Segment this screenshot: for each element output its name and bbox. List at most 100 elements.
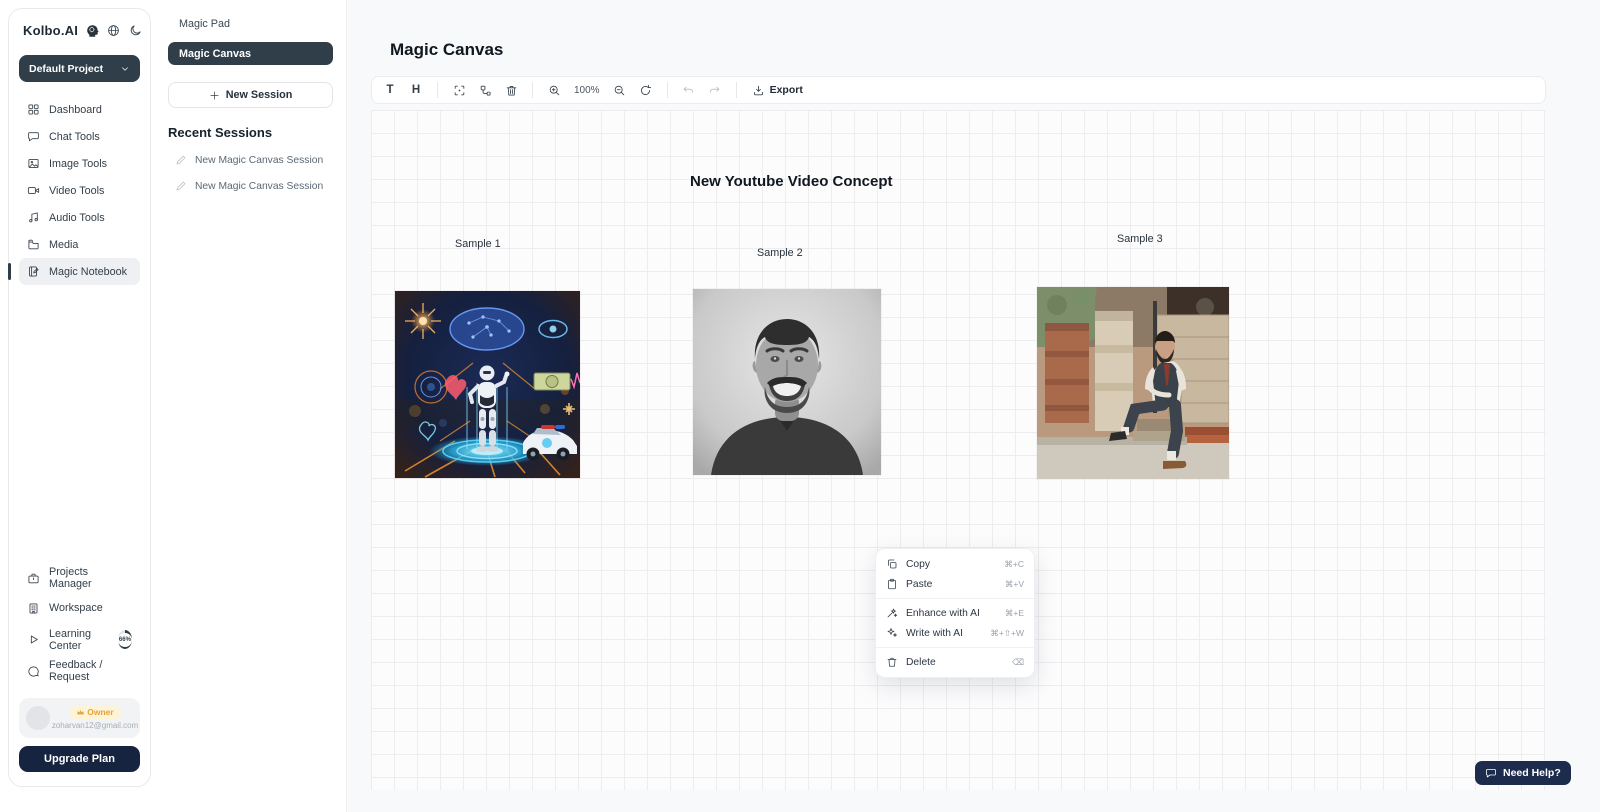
export-button[interactable]: Export bbox=[746, 84, 809, 97]
sidebar-item-workspace[interactable]: Workspace bbox=[19, 593, 140, 623]
sidebar-item-learning-center[interactable]: Learning Center 66% bbox=[19, 623, 140, 656]
sidebar-item-label: Audio Tools bbox=[49, 212, 105, 224]
sidebar-item-video-tools[interactable]: Video Tools bbox=[19, 177, 140, 204]
undo-icon bbox=[682, 84, 695, 97]
context-menu-divider bbox=[876, 598, 1034, 599]
toolbar-divider bbox=[437, 82, 438, 98]
sidebar-item-label: Chat Tools bbox=[49, 131, 100, 143]
trash-icon bbox=[886, 656, 898, 668]
toolbar-divider bbox=[532, 82, 533, 98]
sample-image-1[interactable] bbox=[395, 291, 580, 478]
copy-icon bbox=[886, 558, 898, 570]
sparkles-icon bbox=[886, 627, 898, 639]
sidebar-item-chat-tools[interactable]: Chat Tools bbox=[19, 123, 140, 150]
magic-wand-icon bbox=[886, 607, 898, 619]
sample-image-3[interactable] bbox=[1037, 287, 1229, 479]
language-globe-icon[interactable] bbox=[107, 24, 120, 37]
context-menu-item-write-with-ai[interactable]: Write with AI ⌘+⇧+W bbox=[876, 623, 1034, 643]
image-icon bbox=[27, 157, 40, 170]
select-area-button[interactable] bbox=[447, 79, 471, 101]
undo-button[interactable] bbox=[677, 79, 701, 101]
upgrade-plan-label: Upgrade Plan bbox=[44, 753, 115, 765]
sample-3-label[interactable]: Sample 3 bbox=[1117, 233, 1163, 245]
avatar bbox=[26, 706, 50, 730]
context-menu-item-paste[interactable]: Paste ⌘+V bbox=[876, 574, 1034, 594]
sidebar-item-projects-manager[interactable]: Projects Manager bbox=[19, 563, 140, 593]
sidebar-item-feedback-request[interactable]: Feedback / Request bbox=[19, 656, 140, 686]
zoom-out-button[interactable] bbox=[608, 79, 632, 101]
plus-icon bbox=[209, 90, 220, 101]
context-menu-item-copy[interactable]: Copy ⌘+C bbox=[876, 554, 1034, 574]
select-area-icon bbox=[453, 84, 466, 97]
session-list-item[interactable]: New Magic Canvas Session bbox=[168, 180, 333, 192]
context-menu-label: Paste bbox=[906, 579, 932, 590]
session-item-label: New Magic Canvas Session bbox=[195, 155, 323, 166]
music-note-icon bbox=[27, 211, 40, 224]
shortcut-hint: ⌘+E bbox=[1005, 608, 1024, 619]
project-selector[interactable]: Default Project bbox=[19, 55, 140, 82]
redo-button[interactable] bbox=[703, 79, 727, 101]
shortcut-hint: ⌘+⇧+W bbox=[990, 628, 1024, 639]
briefcase-icon bbox=[27, 572, 40, 585]
sidebar-item-label: Video Tools bbox=[49, 185, 104, 197]
sidebar-item-dashboard[interactable]: Dashboard bbox=[19, 96, 140, 123]
context-menu-item-delete[interactable]: Delete ⌫ bbox=[876, 652, 1034, 672]
sidebar-item-image-tools[interactable]: Image Tools bbox=[19, 150, 140, 177]
sample-2-label[interactable]: Sample 2 bbox=[757, 247, 803, 259]
sidebar-item-label: Learning Center bbox=[49, 628, 107, 652]
dark-mode-moon-icon[interactable] bbox=[129, 24, 142, 37]
delete-tool-button[interactable] bbox=[499, 79, 523, 101]
panel-item-magic-pad[interactable]: Magic Pad bbox=[168, 14, 333, 42]
dashboard-icon bbox=[27, 103, 40, 116]
new-session-label: New Session bbox=[226, 89, 293, 101]
sidebar-item-audio-tools[interactable]: Audio Tools bbox=[19, 204, 140, 231]
context-menu-item-enhance-with-ai[interactable]: Enhance with AI ⌘+E bbox=[876, 603, 1034, 623]
context-menu-divider bbox=[876, 647, 1034, 648]
context-menu-label: Delete bbox=[906, 657, 936, 668]
new-session-button[interactable]: New Session bbox=[168, 82, 333, 108]
crown-icon bbox=[76, 708, 85, 717]
sidebar-item-label: Media bbox=[49, 239, 78, 251]
connector-tool-button[interactable] bbox=[473, 79, 497, 101]
reset-view-button[interactable] bbox=[634, 79, 658, 101]
sidebar-item-media[interactable]: Media bbox=[19, 231, 140, 258]
zoom-out-icon bbox=[613, 84, 626, 97]
sidebar-item-label: Image Tools bbox=[49, 158, 107, 170]
project-selector-label: Default Project bbox=[29, 63, 103, 75]
sidebar-item-magic-notebook[interactable]: Magic Notebook bbox=[19, 258, 140, 285]
zoom-in-button[interactable] bbox=[542, 79, 566, 101]
pencil-icon bbox=[175, 154, 187, 166]
sample-1-label[interactable]: Sample 1 bbox=[455, 238, 501, 250]
sidebar-bottom-nav: Projects Manager Workspace Learning Cent… bbox=[19, 563, 140, 686]
video-camera-icon bbox=[27, 184, 40, 197]
session-list-item[interactable]: New Magic Canvas Session bbox=[168, 154, 333, 166]
text-tool-glyph: T bbox=[386, 84, 393, 96]
notebook-pen-icon bbox=[27, 265, 40, 278]
upgrade-plan-button[interactable]: Upgrade Plan bbox=[19, 746, 140, 772]
shortcut-hint: ⌘+C bbox=[1004, 559, 1024, 570]
download-icon bbox=[752, 84, 765, 97]
heading-tool-button[interactable]: H bbox=[404, 79, 428, 101]
canvas-toolbar: T H 100% Export bbox=[371, 76, 1546, 104]
rotate-reset-icon bbox=[639, 84, 652, 97]
user-profile-card[interactable]: Owner zoharvan12@gmail.com bbox=[19, 698, 140, 738]
panel-item-magic-canvas[interactable]: Magic Canvas bbox=[168, 42, 333, 65]
paste-icon bbox=[886, 578, 898, 590]
sidebar: Kolbo.AI bbox=[8, 8, 151, 787]
toolbar-divider bbox=[736, 82, 737, 98]
text-tool-button[interactable]: T bbox=[378, 79, 402, 101]
need-help-button[interactable]: Need Help? bbox=[1475, 761, 1571, 785]
sidebar-item-label: Projects Manager bbox=[49, 566, 132, 590]
play-icon bbox=[27, 633, 40, 646]
sidebar-item-label: Dashboard bbox=[49, 104, 102, 116]
need-help-label: Need Help? bbox=[1503, 767, 1561, 779]
canvas-heading-text[interactable]: New Youtube Video Concept bbox=[690, 173, 893, 190]
progress-ring-badge: 66% bbox=[118, 630, 132, 649]
connector-icon bbox=[479, 84, 492, 97]
session-item-label: New Magic Canvas Session bbox=[195, 181, 323, 192]
brand-logo: Kolbo.AI bbox=[23, 23, 78, 38]
logo-row: Kolbo.AI bbox=[19, 23, 140, 38]
context-menu-label: Copy bbox=[906, 559, 930, 570]
sample-image-2[interactable] bbox=[693, 289, 881, 475]
building-icon bbox=[27, 602, 40, 615]
